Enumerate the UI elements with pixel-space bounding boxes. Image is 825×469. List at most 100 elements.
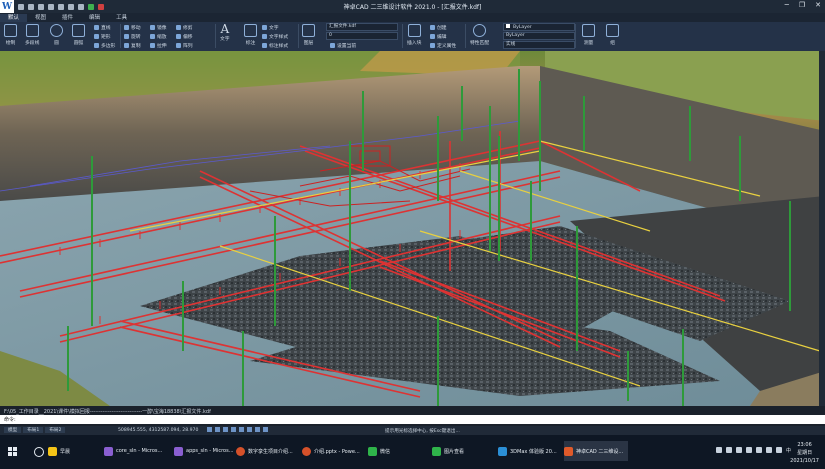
undo-icon[interactable] — [68, 3, 74, 10]
trim-tool[interactable]: 修剪 — [176, 24, 193, 31]
windows-start-icon[interactable] — [8, 447, 17, 456]
tray-app-icon[interactable] — [746, 447, 752, 453]
osnap-toggle-icon[interactable] — [239, 427, 244, 432]
set-current-layer[interactable]: 设置当前 — [330, 42, 356, 49]
taskbar-item[interactable]: 图片查看 — [432, 441, 490, 461]
move-tool[interactable]: 移动 — [124, 24, 141, 31]
clock[interactable]: 23:06 星期日 2021/10/17 — [790, 441, 819, 465]
tab-plugin[interactable]: 插件 — [54, 14, 81, 22]
close-button[interactable]: ✕ — [815, 1, 821, 9]
taskbar-item[interactable]: core_sln - Micros... — [104, 441, 170, 461]
tab-layout-1[interactable]: 布局1 — [23, 427, 44, 433]
close-file-icon[interactable] — [98, 3, 104, 10]
snap-toggle-icon[interactable] — [215, 427, 220, 432]
export-icon[interactable] — [88, 3, 94, 10]
print-icon[interactable] — [58, 3, 64, 10]
model-toggle-icon[interactable] — [263, 427, 268, 432]
taskbar-item-active[interactable]: 神卓CAD 二三维设... — [564, 441, 628, 461]
taskbar-item[interactable]: 3DMax 体验版 20... — [498, 441, 560, 461]
match-properties-button[interactable]: 特性匹配 — [470, 24, 489, 46]
lineweight-toggle-icon[interactable] — [255, 427, 260, 432]
tab-model[interactable]: 模型 — [4, 427, 22, 433]
polar-toggle-icon[interactable] — [231, 427, 236, 432]
define-attribute[interactable]: 定义属性 — [430, 42, 456, 49]
network-icon[interactable] — [766, 447, 772, 453]
polyline-button[interactable]: 多段线 — [25, 24, 39, 46]
tray-app-icon[interactable] — [716, 447, 722, 453]
redo-icon[interactable] — [78, 3, 84, 10]
command-history: F:\05_工作目录__2021\课件\模拟回报----------------… — [4, 409, 211, 415]
dimension-button[interactable]: 标注 — [244, 24, 257, 46]
minimize-button[interactable]: ─ — [785, 1, 789, 9]
tab-tools[interactable]: 工具 — [108, 14, 135, 22]
color-dropdown[interactable]: ByLayer — [503, 23, 575, 31]
save-as-icon[interactable] — [48, 3, 54, 10]
offset-tool[interactable]: 偏移 — [176, 33, 193, 40]
layer-dropdown[interactable]: 0 — [326, 32, 398, 40]
circle-button[interactable]: 圆 — [50, 24, 63, 46]
mine-model-scene[interactable] — [0, 51, 825, 406]
status-hint: 提示用光标选择中心, 按Esc键退出... — [385, 428, 460, 434]
tab-edit[interactable]: 编辑 — [81, 14, 108, 22]
text-button[interactable]: A 文字 — [220, 23, 230, 42]
text-style-tool[interactable]: 文字样式 — [262, 33, 288, 40]
maximize-button[interactable]: ❐ — [799, 1, 805, 9]
insert-block-button[interactable]: 插入块 — [407, 24, 421, 46]
copy-tool[interactable]: 复制 — [124, 42, 141, 49]
taskbar-item[interactable]: 微信 — [368, 441, 426, 461]
command-panel: F:\05_工作目录__2021\课件\模拟回报----------------… — [0, 406, 825, 426]
taskbar-item[interactable]: 数字孪生项目介绍... — [236, 441, 300, 461]
otrack-toggle-icon[interactable] — [247, 427, 252, 432]
rect-tool[interactable]: 矩形 — [94, 33, 111, 40]
tab-view[interactable]: 视图 — [27, 14, 54, 22]
linetype-dropdown[interactable]: ByLayer — [503, 32, 575, 40]
command-input[interactable]: 命令: — [0, 415, 825, 424]
ribbon-panel: 绘制 多段线 圆 圆弧 直线 矩形 多边形 移动 旋转 复制 镜像 缩放 拉伸 … — [0, 22, 825, 52]
text-style-icon — [262, 34, 267, 39]
open-icon[interactable] — [28, 3, 34, 10]
line-tool[interactable]: 直线 — [94, 24, 111, 31]
tray-app-icon[interactable] — [736, 447, 742, 453]
array-tool[interactable]: 阵列 — [176, 42, 193, 49]
tab-layout-2[interactable]: 布局2 — [45, 427, 66, 433]
viewport-scrollbar[interactable] — [819, 51, 825, 406]
dim-style-tool[interactable]: 标注样式 — [262, 42, 288, 49]
dim-style-icon — [262, 43, 267, 48]
rotate-tool[interactable]: 旋转 — [124, 33, 141, 40]
line-icon — [4, 24, 17, 37]
arc-icon — [72, 24, 85, 37]
search-icon[interactable] — [34, 447, 44, 457]
taskbar-item[interactable]: 早晨 — [48, 441, 98, 461]
folder-icon — [48, 446, 57, 456]
tray-app-icon[interactable] — [726, 447, 732, 453]
layer-button[interactable]: 图层 — [302, 24, 315, 46]
3d-viewport[interactable] — [0, 51, 825, 406]
ribbon-tabs: 默认 视图 插件 编辑 工具 — [0, 13, 825, 22]
grid-toggle-icon[interactable] — [207, 427, 212, 432]
mirror-tool[interactable]: 镜像 — [150, 24, 167, 31]
lineweight-dropdown[interactable]: 实线 — [503, 41, 575, 49]
scale-tool[interactable]: 缩放 — [150, 33, 167, 40]
tab-default[interactable]: 默认 — [0, 14, 28, 22]
layer-file-dropdown[interactable]: 汇报文件.kdf — [326, 23, 398, 31]
layer-icon — [302, 24, 315, 37]
tray-app-icon[interactable] — [756, 447, 762, 453]
taskbar-item[interactable]: apps_sln - Micros... — [174, 441, 234, 461]
create-block[interactable]: 创建 — [430, 24, 447, 31]
new-icon[interactable] — [18, 3, 24, 10]
taskbar-item[interactable]: 介绍.pptx - Powe... — [302, 441, 364, 461]
windows-taskbar: 早晨 core_sln - Micros... apps_sln - Micro… — [0, 435, 825, 469]
group-button[interactable]: 组 — [606, 24, 619, 46]
ortho-toggle-icon[interactable] — [223, 427, 228, 432]
measure-button[interactable]: 测量 — [582, 24, 595, 46]
color-swatch-icon — [506, 24, 510, 28]
polygon-tool[interactable]: 多边形 — [94, 42, 115, 49]
save-icon[interactable] — [38, 3, 44, 10]
volume-icon[interactable] — [776, 447, 782, 453]
stretch-tool[interactable]: 拉伸 — [150, 42, 167, 49]
coordinate-readout: 508945.555, 4312587.094, 28.970 — [118, 427, 199, 433]
draw-button[interactable]: 绘制 — [4, 24, 17, 46]
edit-block[interactable]: 编辑 — [430, 33, 447, 40]
arc-button[interactable]: 圆弧 — [72, 24, 85, 46]
text-tool[interactable]: 文字 — [262, 24, 279, 31]
